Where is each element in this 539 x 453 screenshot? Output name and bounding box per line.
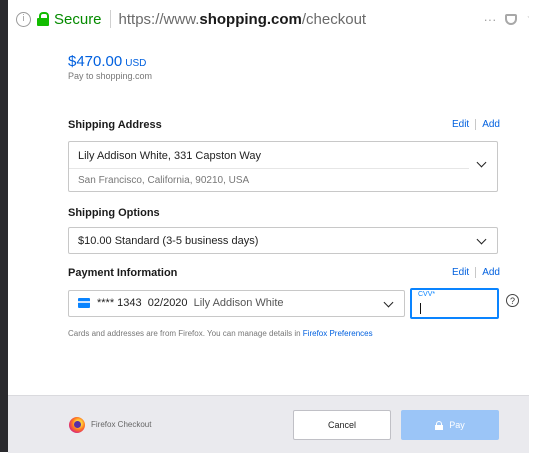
credit-card-icon [78, 298, 90, 308]
card-summary: **** 1343 02/2020 Lily Addison White [97, 297, 284, 309]
pay-button-label: Pay [449, 420, 465, 430]
total-amount: $470.00 USD [68, 53, 147, 70]
url-text[interactable]: https://www.shopping.com/checkout [119, 11, 367, 28]
lock-icon [37, 12, 49, 26]
firefox-checkout-label: Firefox Checkout [91, 420, 152, 429]
shipping-options-title: Shipping Options [68, 207, 160, 219]
payment-card-select[interactable]: **** 1343 02/2020 Lily Addison White [68, 290, 405, 317]
add-address-link[interactable]: Add [482, 119, 500, 130]
help-icon[interactable]: ? [506, 294, 519, 307]
chevron-down-icon[interactable] [476, 157, 487, 168]
shipping-address-actions: Edit Add [452, 119, 500, 130]
cvv-label: CVV* [418, 291, 436, 298]
edit-payment-link[interactable]: Edit [452, 267, 469, 278]
firefox-logo-icon [69, 417, 85, 433]
lock-icon [435, 420, 444, 430]
chevron-down-icon[interactable] [476, 234, 487, 245]
address-line-2: San Francisco, California, 90210, USA [78, 175, 250, 186]
checkout-footer: Firefox Checkout Cancel Pay [8, 395, 529, 453]
more-actions-icon[interactable]: ··· [483, 12, 496, 27]
cvv-input[interactable]: CVV* [410, 288, 499, 319]
payment-actions: Edit Add [452, 267, 500, 278]
shipping-address-select[interactable]: Lily Addison White, 331 Capston Way San … [68, 141, 498, 192]
edit-address-link[interactable]: Edit [452, 119, 469, 130]
checkout-form: Shipping Address Edit Add Lily Addison W… [8, 103, 529, 395]
window-frame [0, 0, 8, 452]
address-divider [69, 168, 469, 169]
chevron-down-icon[interactable] [383, 297, 394, 308]
firefox-preferences-link[interactable]: Firefox Preferences [303, 329, 373, 338]
pocket-icon[interactable] [505, 13, 518, 25]
shipping-option-selected: $10.00 Standard (3-5 business days) [78, 235, 259, 247]
cancel-button[interactable]: Cancel [293, 410, 391, 440]
payment-summary: $470.00 USD Pay to shopping.com [8, 38, 529, 104]
text-caret [420, 303, 421, 314]
url-separator [109, 10, 111, 28]
add-payment-link[interactable]: Add [482, 267, 500, 278]
url-bar[interactable]: i Secure https://www.shopping.com/checko… [8, 0, 539, 39]
pay-to-label: Pay to shopping.com [68, 71, 153, 81]
address-line-1: Lily Addison White, 331 Capston Way [78, 150, 262, 162]
shipping-options-select[interactable]: $10.00 Standard (3-5 business days) [68, 227, 498, 254]
pay-button[interactable]: Pay [401, 410, 499, 440]
secure-label: Secure [54, 10, 102, 28]
payment-information-title: Payment Information [68, 267, 178, 279]
info-icon[interactable]: i [16, 11, 31, 27]
footnote: Cards and addresses are from Firefox. Yo… [68, 329, 373, 338]
shipping-address-title: Shipping Address [68, 119, 162, 131]
window-frame-right [529, 0, 539, 452]
